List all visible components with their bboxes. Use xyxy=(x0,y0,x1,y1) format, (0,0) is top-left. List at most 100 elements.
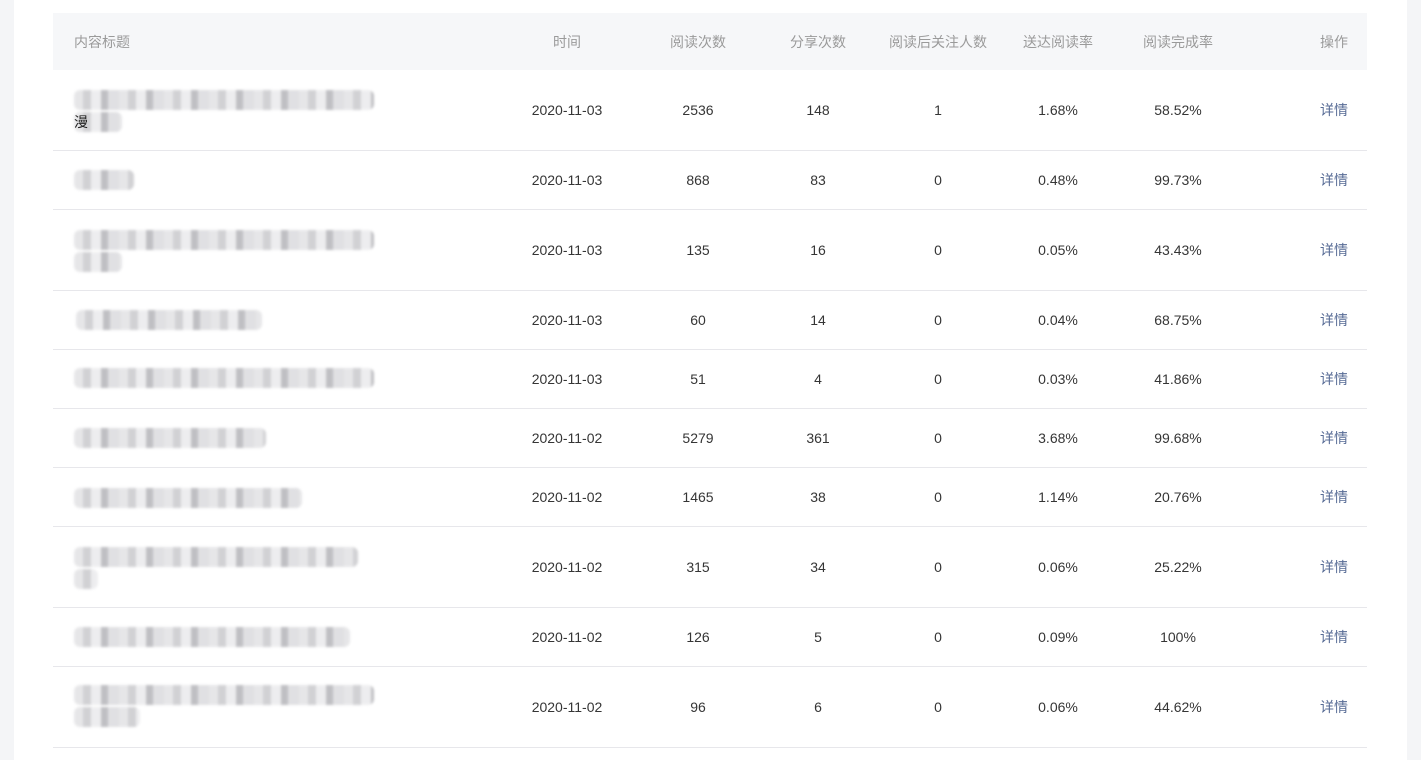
article-stats-table: 内容标题 时间 阅读次数 分享次数 阅读后关注人数 送达阅读率 阅读完成率 操作… xyxy=(53,13,1367,748)
row-reads: 2536 xyxy=(682,102,714,118)
table-row: 2020-11-03 51 4 0 0.03% 41.86% 详情 xyxy=(53,350,1367,409)
detail-link[interactable]: 详情 xyxy=(1320,102,1348,118)
row-time: 2020-11-02 xyxy=(531,699,603,715)
row-completion-rate: 100% xyxy=(1160,629,1196,645)
row-time: 2020-11-03 xyxy=(531,242,603,258)
row-detail-cell: 详情 xyxy=(1243,100,1367,120)
table-row: 2020-11-02 5279 361 0 3.68% 99.68% 详情 xyxy=(53,409,1367,468)
header-follows: 阅读后关注人数 xyxy=(889,33,987,50)
header-title: 内容标题 xyxy=(74,33,130,50)
row-reads: 868 xyxy=(686,172,710,188)
row-follows: 0 xyxy=(934,559,942,575)
row-follows: 0 xyxy=(934,699,942,715)
row-title-cell xyxy=(53,350,501,408)
row-detail-cell: 详情 xyxy=(1243,428,1367,448)
row-delivery-rate: 0.06% xyxy=(1038,559,1078,575)
header-time: 时间 xyxy=(553,33,581,50)
row-delivery-rate: 0.03% xyxy=(1038,371,1078,387)
blurred-title xyxy=(74,527,501,607)
row-completion-rate: 44.62% xyxy=(1154,699,1202,715)
row-delivery-rate: 0.48% xyxy=(1038,172,1078,188)
blurred-title xyxy=(74,608,501,666)
row-delivery-rate: 0.04% xyxy=(1038,312,1078,328)
row-shares: 6 xyxy=(814,699,822,715)
row-title-cell xyxy=(53,667,501,747)
row-follows: 0 xyxy=(934,242,942,258)
header-shares: 分享次数 xyxy=(790,33,846,50)
row-time: 2020-11-03 xyxy=(531,371,603,387)
header-delivery-rate: 送达阅读率 xyxy=(1023,33,1093,50)
detail-link[interactable]: 详情 xyxy=(1320,489,1348,505)
row-title-cell xyxy=(53,291,501,349)
row-completion-rate: 43.43% xyxy=(1154,242,1202,258)
blurred-title xyxy=(74,409,501,467)
row-time: 2020-11-02 xyxy=(531,430,603,446)
row-reads: 60 xyxy=(690,312,706,328)
table-header: 内容标题 时间 阅读次数 分享次数 阅读后关注人数 送达阅读率 阅读完成率 操作 xyxy=(53,13,1367,70)
header-reads: 阅读次数 xyxy=(670,33,726,50)
table-row: 2020-11-03 135 16 0 0.05% 43.43% 详情 xyxy=(53,210,1367,291)
row-completion-rate: 99.73% xyxy=(1154,172,1202,188)
row-title-cell xyxy=(53,527,501,607)
row-shares: 5 xyxy=(814,629,822,645)
row-detail-cell: 详情 xyxy=(1243,369,1367,389)
row-title-cell xyxy=(53,210,501,290)
detail-link[interactable]: 详情 xyxy=(1320,312,1348,328)
row-detail-cell: 详情 xyxy=(1243,487,1367,507)
row-time: 2020-11-03 xyxy=(531,312,603,328)
row-title-cell xyxy=(53,608,501,666)
row-reads: 51 xyxy=(690,371,706,387)
row-completion-rate: 20.76% xyxy=(1154,489,1202,505)
detail-link[interactable]: 详情 xyxy=(1320,242,1348,258)
header-completion-rate: 阅读完成率 xyxy=(1143,33,1213,50)
detail-link[interactable]: 详情 xyxy=(1320,430,1348,446)
row-reads: 135 xyxy=(686,242,710,258)
row-reads: 126 xyxy=(686,629,710,645)
row-completion-rate: 58.52% xyxy=(1154,102,1202,118)
row-title-cell xyxy=(53,409,501,467)
row-follows: 1 xyxy=(934,102,942,118)
row-time: 2020-11-03 xyxy=(531,172,603,188)
row-detail-cell: 详情 xyxy=(1243,170,1367,190)
blurred-title xyxy=(74,468,501,526)
blurred-title xyxy=(74,667,501,747)
blurred-title xyxy=(74,350,501,408)
row-delivery-rate: 1.68% xyxy=(1038,102,1078,118)
row-follows: 0 xyxy=(934,371,942,387)
row-shares: 34 xyxy=(810,559,826,575)
row-title-cell: 漫 xyxy=(53,70,501,150)
row-title-cell xyxy=(53,468,501,526)
row-follows: 0 xyxy=(934,172,942,188)
row-reads: 96 xyxy=(690,699,706,715)
row-completion-rate: 99.68% xyxy=(1154,430,1202,446)
detail-link[interactable]: 详情 xyxy=(1320,559,1348,575)
detail-link[interactable]: 详情 xyxy=(1320,172,1348,188)
table-row: 漫 2020-11-03 2536 148 1 1.68% 58.52% 详情 xyxy=(53,70,1367,151)
row-delivery-rate: 1.14% xyxy=(1038,489,1078,505)
table-row: 2020-11-03 60 14 0 0.04% 68.75% 详情 xyxy=(53,291,1367,350)
blurred-title xyxy=(74,151,501,209)
blurred-title xyxy=(74,291,501,349)
blurred-title: 漫 xyxy=(74,70,501,150)
table-row: 2020-11-02 96 6 0 0.06% 44.62% 详情 xyxy=(53,667,1367,748)
row-delivery-rate: 0.06% xyxy=(1038,699,1078,715)
row-completion-rate: 25.22% xyxy=(1154,559,1202,575)
table-row: 2020-11-02 126 5 0 0.09% 100% 详情 xyxy=(53,608,1367,667)
row-reads: 315 xyxy=(686,559,710,575)
row-completion-rate: 41.86% xyxy=(1154,371,1202,387)
row-shares: 83 xyxy=(810,172,826,188)
row-detail-cell: 详情 xyxy=(1243,697,1367,717)
row-follows: 0 xyxy=(934,430,942,446)
row-detail-cell: 详情 xyxy=(1243,557,1367,577)
row-completion-rate: 68.75% xyxy=(1154,312,1202,328)
row-follows: 0 xyxy=(934,312,942,328)
row-shares: 16 xyxy=(810,242,826,258)
detail-link[interactable]: 详情 xyxy=(1320,699,1348,715)
row-delivery-rate: 0.09% xyxy=(1038,629,1078,645)
row-follows: 0 xyxy=(934,489,942,505)
row-shares: 4 xyxy=(814,371,822,387)
detail-link[interactable]: 详情 xyxy=(1320,629,1348,645)
row-time: 2020-11-03 xyxy=(531,102,603,118)
row-title-cell xyxy=(53,151,501,209)
detail-link[interactable]: 详情 xyxy=(1320,371,1348,387)
